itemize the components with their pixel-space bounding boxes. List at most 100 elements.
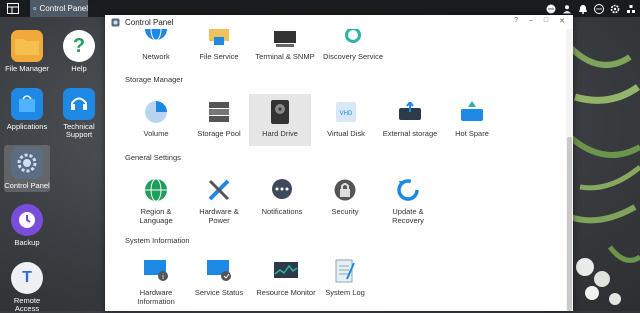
close-button[interactable]: ✕ [559, 17, 565, 25]
item-label: System Log [325, 288, 365, 297]
item-label: File Service [199, 52, 239, 61]
headset-icon [63, 88, 95, 120]
desktop-icon-file-manager[interactable]: File Manager [4, 30, 50, 73]
item-label: Update & Recovery [392, 207, 424, 225]
desktop-home-button[interactable] [0, 0, 26, 17]
item-region-language[interactable]: Region & Language [125, 178, 187, 225]
item-label: Hard Drive [262, 129, 298, 138]
item-label: Notifications [261, 207, 303, 216]
svg-text:VHD: VHD [340, 111, 353, 117]
scrollbar-thumb[interactable] [567, 137, 572, 311]
desktop-icon-label: Backup [14, 238, 40, 247]
item-storage-pool[interactable]: Storage Pool [188, 100, 250, 138]
minimize-button[interactable]: – [529, 17, 533, 25]
item-hard-drive[interactable]: Hard Drive [249, 94, 311, 146]
network-icon[interactable] [626, 4, 636, 14]
log-document-icon [332, 259, 358, 283]
item-label: Discovery Service [322, 52, 383, 61]
item-label: Storage Pool [197, 129, 241, 138]
pie-chart-icon [143, 100, 169, 124]
desktop-icon-technical-support[interactable]: Technical Support [56, 88, 102, 139]
section-title-system-information: System Information [125, 236, 190, 245]
item-service-status[interactable]: Service Status [188, 259, 250, 297]
section-title-storage-manager: Storage Manager [125, 75, 183, 84]
window-icon [7, 3, 19, 14]
item-volume[interactable]: Volume [125, 100, 187, 138]
user-icon[interactable] [562, 4, 572, 14]
hot-spare-icon [459, 100, 485, 124]
item-update-recovery[interactable]: Update & Recovery [377, 178, 439, 225]
item-label: Service Status [194, 288, 244, 297]
item-label: Hardware & Power [199, 207, 239, 225]
globe-icon [143, 29, 169, 47]
item-file-service[interactable]: File Service [188, 29, 250, 61]
remote-access-icon: T [11, 262, 43, 294]
refresh-icon [395, 178, 421, 202]
speech-bubble-icon [269, 178, 295, 202]
taskbar-app-control-panel[interactable]: Control Panel [30, 0, 88, 17]
clock-icon [11, 204, 43, 236]
wallpaper-plant-decoration [570, 44, 640, 305]
item-discovery-service[interactable]: Discovery Service [318, 29, 388, 61]
monitor-info-icon: i [143, 259, 169, 283]
gear-icon [11, 147, 43, 179]
item-label: Terminal & SNMP [255, 52, 315, 61]
scrollbar[interactable] [566, 29, 573, 311]
file-service-icon [206, 29, 232, 47]
terminal-icon [272, 29, 298, 47]
item-label: Security [331, 207, 359, 216]
item-notifications[interactable]: Notifications [251, 178, 313, 216]
item-label: Region & Language [139, 207, 173, 225]
item-security[interactable]: Security [314, 178, 376, 216]
item-terminal-snmp[interactable]: Terminal & SNMP [252, 29, 318, 61]
desktop-icon-label: File Manager [5, 64, 49, 73]
item-label: Resource Monitor [256, 288, 316, 297]
item-system-log[interactable]: System Log [314, 259, 376, 297]
chat-icon[interactable] [546, 4, 556, 14]
section-title-general-settings: General Settings [125, 153, 181, 162]
settings-icon[interactable] [610, 4, 620, 14]
item-hardware-information[interactable]: i Hardware Information [125, 259, 187, 306]
maximize-button[interactable]: □ [544, 17, 548, 25]
item-hardware-power[interactable]: Hardware & Power [188, 178, 250, 225]
window-controls: ? – □ ✕ [514, 17, 565, 25]
desktop-icon-help[interactable]: ? Help [56, 30, 102, 73]
item-resource-monitor[interactable]: Resource Monitor [251, 259, 321, 297]
item-label: Virtual Disk [327, 129, 365, 138]
monitor-status-icon [206, 259, 232, 283]
help-button[interactable]: ? [514, 17, 518, 25]
window-titlebar[interactable]: Control Panel [105, 15, 573, 29]
item-label: External storage [382, 129, 438, 138]
resource-monitor-icon [273, 259, 299, 283]
desktop-icon-label: Help [71, 64, 87, 73]
item-external-storage[interactable]: External storage [375, 100, 445, 138]
help-icon: ? [63, 30, 95, 62]
desktop-icon-control-panel[interactable]: Control Panel [4, 145, 50, 192]
item-label: Hardware Information [137, 288, 175, 306]
storage-pool-icon [206, 100, 232, 124]
item-label: Hot Spare [455, 129, 489, 138]
item-network[interactable]: Network [125, 29, 187, 61]
desktop-icon-remote-access[interactable]: T Remote Access [4, 262, 50, 313]
folder-icon [11, 30, 43, 62]
item-label: Network [142, 52, 170, 61]
control-panel-icon [111, 18, 120, 26]
tools-icon [206, 178, 232, 202]
desktop-icon-label: Control Panel [4, 181, 50, 190]
item-label: Volume [143, 129, 169, 138]
item-virtual-disk[interactable]: VHD Virtual Disk [315, 100, 377, 138]
shopping-bag-icon [11, 88, 43, 120]
options-icon[interactable] [594, 3, 604, 14]
desktop-icon-label: Technical Support [63, 122, 95, 139]
hard-drive-icon [267, 100, 293, 124]
globe-icon [143, 178, 169, 202]
control-panel-icon [33, 6, 37, 11]
desktop-icon-applications[interactable]: Applications [4, 88, 50, 131]
window-title: Control Panel [125, 17, 174, 27]
taskbar-app-label: Control Panel [39, 4, 88, 13]
item-hot-spare[interactable]: Hot Spare [441, 100, 503, 138]
notification-bell-icon[interactable] [578, 4, 588, 14]
usb-drive-icon [397, 100, 423, 124]
magnifier-icon [340, 29, 366, 47]
desktop-icon-backup[interactable]: Backup [4, 204, 50, 247]
